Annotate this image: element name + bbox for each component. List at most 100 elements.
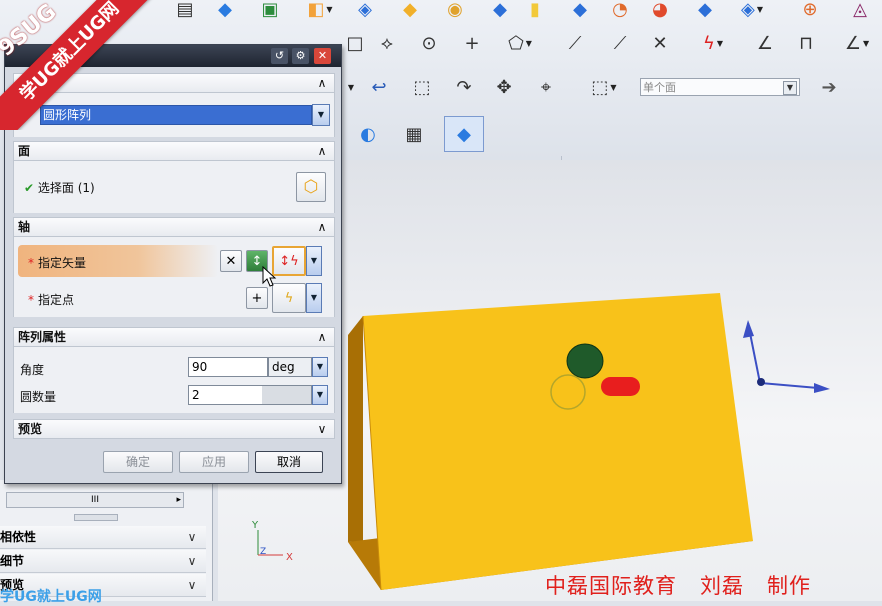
face-section-header[interactable]: 面 ∧ [13,141,335,161]
preview-section-title: 预览 [18,422,43,436]
chevron-up-icon[interactable]: ∧ [314,142,330,160]
revolve-icon[interactable]: ◈ [345,0,385,20]
view-icon[interactable]: ⬚ [402,74,442,100]
hole-dark[interactable] [566,343,604,379]
intersect-icon[interactable]: ◕ [645,0,675,20]
cube-icon[interactable]: ◆ [210,0,240,20]
chevron-down-icon[interactable]: ▼ [306,246,322,276]
apply-button[interactable]: 应用 [179,451,249,473]
pad-icon[interactable]: ▮ [520,0,550,20]
sketch-icon[interactable]: ▣ [255,0,285,20]
count-label: 圆数量 [20,390,57,404]
scroll-right-icon[interactable]: ▸ [176,493,181,507]
chevron-up-icon[interactable]: ∧ [314,74,330,92]
forward-arrow-icon[interactable]: ➔ [812,74,846,100]
part-navigator-panel: III ▸ 相依性 ∨ 细节 ∨ 预览 ∨ [0,480,213,601]
boss-icon[interactable]: ◉ [435,0,475,20]
undo-arrow-icon[interactable]: ↩ [362,74,396,100]
panel-row-label: 相依性 [0,530,37,544]
panel-row-label: 细节 [0,554,25,568]
panel-row-dependency[interactable]: 相依性 ∨ [0,526,206,549]
face-select-cube-icon[interactable]: ⬡ [296,172,326,202]
chevron-up-icon[interactable]: ∧ [314,328,330,346]
face-filter-select[interactable]: 单个面 ▼ [640,78,800,96]
horizontal-scrollbar[interactable]: III ▸ [6,492,184,508]
trim-icon[interactable]: ⟋ [555,30,595,56]
angular-dim-icon[interactable]: ∠ ▼ [832,30,882,56]
chevron-down-icon[interactable]: ∨ [182,526,202,548]
move-object-icon[interactable]: ⊕ [795,0,825,20]
offset-curve-icon[interactable]: ϟ ▼ [688,30,738,56]
preview-section-header[interactable]: 预览 ∨ [13,419,335,439]
panel-row-details[interactable]: 细节 ∨ [0,550,206,573]
face-count: (1) [77,181,95,195]
shape-icon[interactable]: ⬠ ▼ [495,30,545,56]
chamfer-icon[interactable]: ◈ ▼ [728,0,776,20]
specify-vector-row[interactable]: * 指定矢量 [28,254,86,271]
select-face-row[interactable]: ✔ 选择面 (1) [24,179,95,196]
chevron-down-icon[interactable]: ▼ [312,385,328,405]
save-icon[interactable]: ▤ [170,0,200,20]
cancel-button[interactable]: 取消 [255,451,323,473]
constraint-icon[interactable]: ∠ [748,30,782,56]
rotate-icon[interactable]: ↷ [446,74,482,100]
grid-icon[interactable]: ▦ [396,118,432,150]
reverse-direction-icon[interactable]: ✕ [220,250,242,272]
scrollbar-thumb[interactable]: III [91,495,99,505]
vector-z-arrow [743,320,754,338]
unite-icon[interactable]: ◆ [565,0,595,20]
watermark-corner: 学UG就上UG网 9SUG [0,0,160,130]
chevron-down-icon[interactable]: ∨ [182,574,202,596]
polyline-icon[interactable]: ⟡ [370,30,404,56]
slot-red[interactable] [601,377,640,396]
wcs-y-label: Y [251,520,259,531]
corner-icon[interactable]: ✕ [640,30,680,56]
mouse-cursor-icon [262,266,277,287]
array-props-section-header[interactable]: 阵列属性 ∧ [13,327,335,347]
required-icon: * [28,256,34,270]
gear-icon[interactable]: ⚙ [292,48,309,64]
specify-point-row[interactable]: * 指定点 [28,291,74,308]
watermark-bottom: 学UG就上UG网 [0,589,102,605]
rectangle-icon[interactable]: □ [345,30,365,56]
pocket-icon[interactable]: ◆ [480,0,520,20]
point-constructor-icon[interactable]: + [246,287,268,309]
angle-input[interactable]: 90 [188,357,268,377]
chevron-down-icon[interactable]: ∨ [314,420,330,438]
ellipse-icon[interactable]: ⊙ [412,30,446,56]
close-icon[interactable]: ✕ [314,48,331,64]
axis-section-header[interactable]: 轴 ∧ [13,217,335,237]
ok-button[interactable]: 确定 [103,451,173,473]
chevron-down-icon[interactable]: ▼ [312,357,328,377]
select-face-label: 选择面 [37,181,74,195]
wcs-cube-icon[interactable]: ◆ [444,116,484,152]
splitter-handle[interactable] [74,514,118,521]
axis-section-title: 轴 [18,220,31,234]
check-icon: ✔ [24,181,35,195]
angle-label: 角度 [20,363,45,377]
extend-icon[interactable]: ⟋ [600,30,640,56]
measure-icon[interactable]: ◬ [845,0,875,20]
edge-blend-icon[interactable]: ◆ [690,0,720,20]
angle-unit[interactable]: deg [268,357,312,377]
chevron-down-icon[interactable]: ∨ [182,550,202,572]
chevron-down-icon[interactable]: ▼ [312,104,330,126]
pan-icon[interactable]: ✥ [486,74,522,100]
snap-icon[interactable]: ⌖ [528,74,564,100]
chevron-down-icon[interactable]: ▼ [783,81,797,95]
count-input[interactable]: 2 [188,385,312,405]
wcs-z-label: Z [260,547,266,557]
dimension-icon[interactable]: ⊓ [788,30,824,56]
subtract-icon[interactable]: ◔ [605,0,635,20]
hole-icon[interactable]: ◆ [390,0,430,20]
reset-icon[interactable]: ↺ [271,48,288,64]
select-dropdown-icon[interactable]: ▼ [340,74,360,100]
selection-box-icon[interactable]: ⬚ ▼ [576,74,632,100]
shaded-view-icon[interactable]: ◐ [350,118,386,150]
wcs-x-label: X [286,552,293,563]
point-icon[interactable]: + [455,30,489,56]
specify-point-label: 指定点 [38,293,75,307]
extrude-icon[interactable]: ◧ ▼ [300,0,340,20]
chevron-down-icon[interactable]: ▼ [306,283,322,313]
chevron-up-icon[interactable]: ∧ [314,218,330,236]
